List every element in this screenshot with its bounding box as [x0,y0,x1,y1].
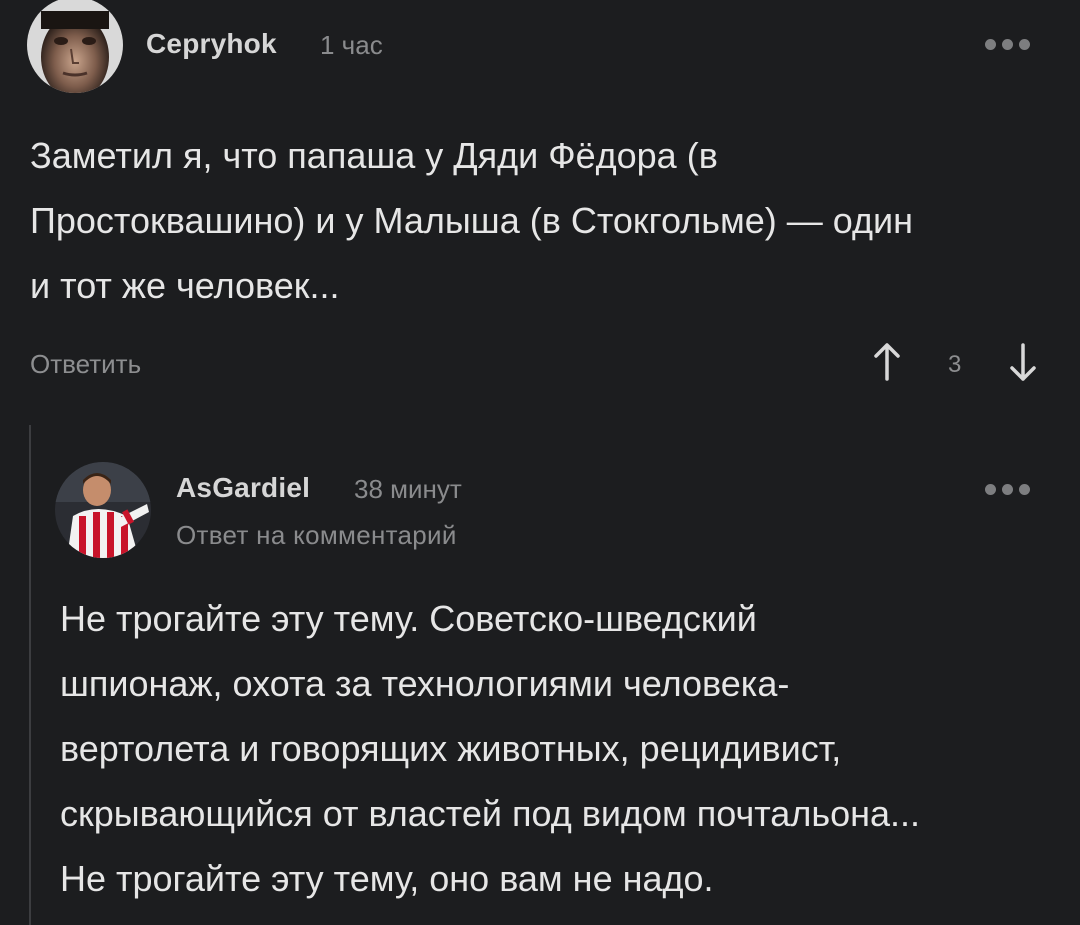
reply-button[interactable]: Ответить [30,349,141,380]
reply-text-line: Не трогайте эту тему. Советско-шведский [60,598,757,639]
reply-text-line: шпионаж, охота за технологиями человека- [60,663,790,704]
reply-text-line: вертолета и говорящих животных, рецидиви… [60,728,842,769]
comment-body: Заметил я, что папаша у Дяди Фёдора (в П… [30,123,913,318]
more-dots-icon[interactable] [985,39,1030,50]
comment-author-avatar[interactable] [27,0,123,93]
thread-line [29,425,31,925]
comment-text-line: Заметил я, что папаша у Дяди Фёдора (в [30,135,718,176]
reply-author-avatar[interactable] [55,462,151,558]
arrow-up-icon[interactable] [872,342,902,387]
comment-time: 1 час [320,30,383,60]
user-avatar-icon [55,462,151,558]
reply-author-name[interactable]: AsGardiel [176,472,310,504]
arrow-down-icon[interactable] [1008,342,1038,387]
reply-body: Не трогайте эту тему. Советско-шведский … [60,586,920,911]
user-avatar-icon [27,0,123,93]
comment-author-name[interactable]: Cepryhok [146,28,277,60]
reply-time: 38 минут [354,474,462,504]
comment-text-line: Простоквашино) и у Малыша (в Стокгольме)… [30,200,914,241]
reply-text-line: Не трогайте эту тему, оно вам не надо. [60,858,714,899]
comment-text-line: и тот же человек... [30,265,340,306]
reply-text-line: скрывающийся от властей под видом почтал… [60,793,921,834]
reply-to-comment-link[interactable]: Ответ на комментарий [176,520,457,551]
comment-rating: 3 [948,351,962,378]
more-dots-icon[interactable] [985,484,1030,495]
